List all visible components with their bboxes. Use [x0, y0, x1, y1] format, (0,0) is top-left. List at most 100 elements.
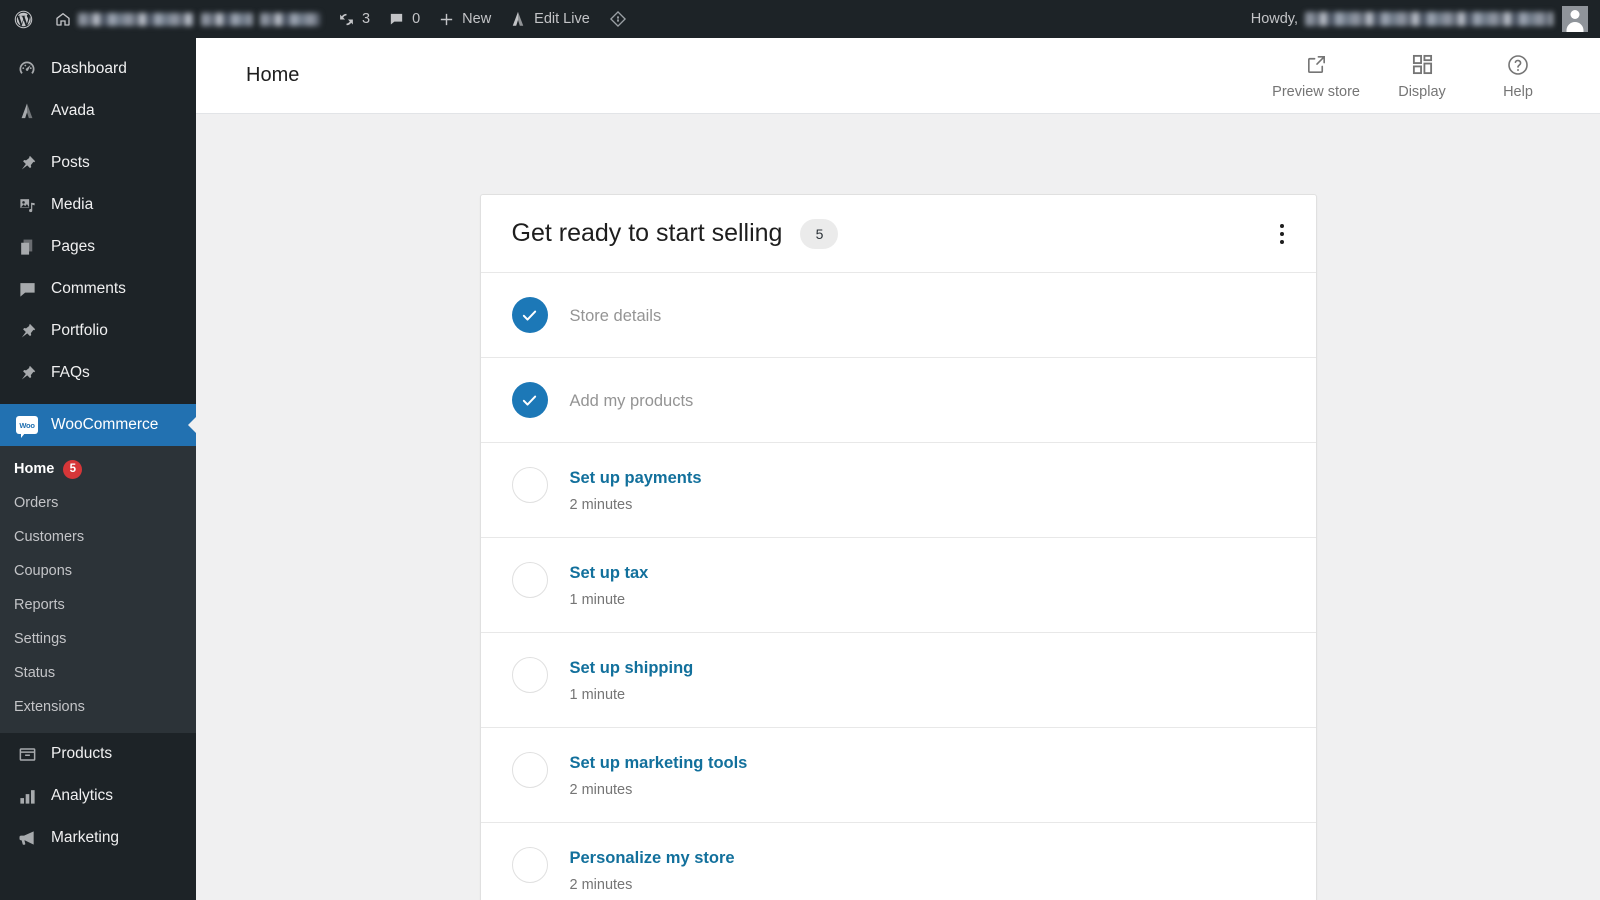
task-label[interactable]: Set up marketing tools: [570, 754, 748, 773]
help-label: Help: [1503, 83, 1533, 100]
updates-button[interactable]: 3: [329, 0, 379, 38]
submenu-item-status[interactable]: Status: [0, 656, 196, 690]
sidebar-item-label: Products: [51, 745, 113, 762]
task-row-set-up-shipping[interactable]: Set up shipping 1 minute: [480, 633, 1316, 728]
sidebar-item-marketing[interactable]: Marketing: [0, 817, 196, 859]
preview-store-button[interactable]: Preview store: [1258, 38, 1374, 114]
sidebar-item-label: Analytics: [51, 787, 114, 804]
avatar[interactable]: [1562, 6, 1588, 32]
task-duration: 1 minute: [569, 687, 626, 703]
sidebar-top-spacer: [0, 38, 196, 48]
submenu-item-coupons[interactable]: Coupons: [0, 554, 196, 588]
avada-icon: [14, 101, 40, 121]
updates-count: 3: [362, 11, 371, 27]
site-name-button[interactable]: [46, 0, 329, 38]
help-button[interactable]: Help: [1470, 38, 1566, 114]
media-icon: [14, 196, 40, 215]
display-button[interactable]: Display: [1374, 38, 1470, 114]
wordpress-logo-icon: [13, 9, 34, 30]
avada-icon: [509, 10, 527, 28]
submenu-item-settings[interactable]: Settings: [0, 622, 196, 656]
plus-icon: [438, 11, 455, 28]
sidebar-item-label: FAQs: [51, 364, 90, 381]
sidebar-item-label: Pages: [51, 238, 95, 255]
woo-logo-badge: Woo: [16, 416, 38, 438]
account-menu[interactable]: Howdy,: [1242, 0, 1553, 38]
task-status-incomplete-icon: [511, 752, 548, 788]
dot: [1279, 239, 1284, 244]
task-row-store-details[interactable]: Store details: [480, 273, 1316, 358]
wordpress-logo-button[interactable]: [0, 0, 46, 38]
sidebar-item-analytics[interactable]: Analytics: [0, 775, 196, 817]
woocommerce-submenu: Home 5 Orders Customers Coupons Reports …: [0, 446, 196, 733]
comments-count: 0: [412, 11, 421, 27]
task-status-complete-icon: [511, 297, 548, 333]
task-status-incomplete-icon: [511, 657, 548, 693]
task-row-personalize-my-store[interactable]: Personalize my store 2 minutes: [481, 823, 1316, 900]
sidebar-item-media[interactable]: Media: [0, 184, 196, 226]
sidebar-item-label: Portfolio: [51, 322, 108, 339]
task-label[interactable]: Set up shipping: [570, 659, 694, 678]
task-row-set-up-payments[interactable]: Set up payments 2 minutes: [480, 443, 1316, 538]
vertical-dots-icon[interactable]: [1272, 216, 1292, 252]
task-row-set-up-marketing-tools[interactable]: Set up marketing tools 2 minutes: [480, 728, 1316, 823]
home-icon: [55, 11, 71, 27]
task-row-add-my-products[interactable]: Add my products: [480, 358, 1316, 443]
dashboard-icon: [14, 59, 40, 79]
task-body: Personalize my store 2 minutes: [570, 847, 735, 893]
preview-store-label: Preview store: [1272, 83, 1360, 100]
task-body: Add my products: [570, 390, 694, 411]
sidebar-item-faqs[interactable]: FAQs: [0, 352, 196, 394]
task-status-incomplete-icon: [511, 847, 548, 883]
sidebar-item-avada[interactable]: Avada: [0, 90, 196, 132]
task-status-incomplete-icon: [511, 467, 548, 503]
dot: [1279, 231, 1284, 236]
site-subitem-redacted-1: [201, 12, 253, 26]
submenu-item-reports[interactable]: Reports: [0, 588, 196, 622]
sidebar-item-pages[interactable]: Pages: [0, 226, 196, 268]
task-row-set-up-tax[interactable]: Set up tax 1 minute: [480, 538, 1316, 633]
comments-button[interactable]: 0: [379, 0, 429, 38]
submenu-item-extensions[interactable]: Extensions: [0, 690, 196, 724]
sidebar-item-woocommerce[interactable]: Woo WooCommerce: [0, 404, 196, 446]
task-label[interactable]: Set up tax: [570, 564, 649, 583]
task-status-complete-icon: [511, 382, 548, 418]
analytics-icon: [14, 787, 40, 806]
submenu-item-label: Status: [14, 665, 56, 681]
task-label[interactable]: Personalize my store: [570, 849, 735, 868]
comment-bubble-icon: [388, 11, 405, 28]
card-header: Get ready to start selling 5: [480, 195, 1316, 273]
pin-icon: [14, 364, 40, 383]
edit-live-button[interactable]: Edit Live: [500, 0, 599, 38]
sidebar-item-posts[interactable]: Posts: [0, 142, 196, 184]
submenu-item-label: Reports: [14, 597, 65, 613]
sidebar-item-comments[interactable]: Comments: [0, 268, 196, 310]
sidebar-item-label: WooCommerce: [51, 416, 159, 433]
task-body: Set up payments 2 minutes: [570, 467, 702, 513]
sidebar-item-dashboard[interactable]: Dashboard: [0, 48, 196, 90]
new-content-button[interactable]: New: [429, 0, 500, 38]
remaining-tasks-badge: 5: [800, 218, 839, 249]
card-title: Get ready to start selling: [511, 219, 783, 247]
sidebar-item-label: Avada: [51, 102, 95, 119]
sidebar-item-portfolio[interactable]: Portfolio: [0, 310, 196, 352]
page-header: Home Preview store Display Help: [196, 38, 1600, 114]
task-label: Add my products: [569, 391, 694, 410]
task-label[interactable]: Set up payments: [570, 469, 702, 488]
sidebar-item-products[interactable]: Products: [0, 733, 196, 775]
submenu-item-label: Orders: [14, 495, 59, 511]
submenu-item-label: Home: [14, 461, 55, 477]
question-circle-icon: [1506, 52, 1530, 78]
megaphone-icon: [14, 828, 40, 848]
sidebar-item-label: Comments: [51, 280, 126, 297]
pages-icon: [14, 238, 40, 257]
woo-icon-text: Woo: [19, 420, 35, 430]
submenu-item-label: Customers: [14, 529, 85, 545]
submenu-item-orders[interactable]: Orders: [0, 486, 196, 520]
submenu-item-customers[interactable]: Customers: [0, 520, 196, 554]
update-refresh-icon: [338, 11, 355, 28]
submenu-item-home[interactable]: Home 5: [0, 452, 196, 486]
task-label: Store details: [569, 306, 662, 325]
gem-plugin-button[interactable]: [599, 0, 637, 38]
submenu-item-label: Settings: [14, 631, 67, 647]
